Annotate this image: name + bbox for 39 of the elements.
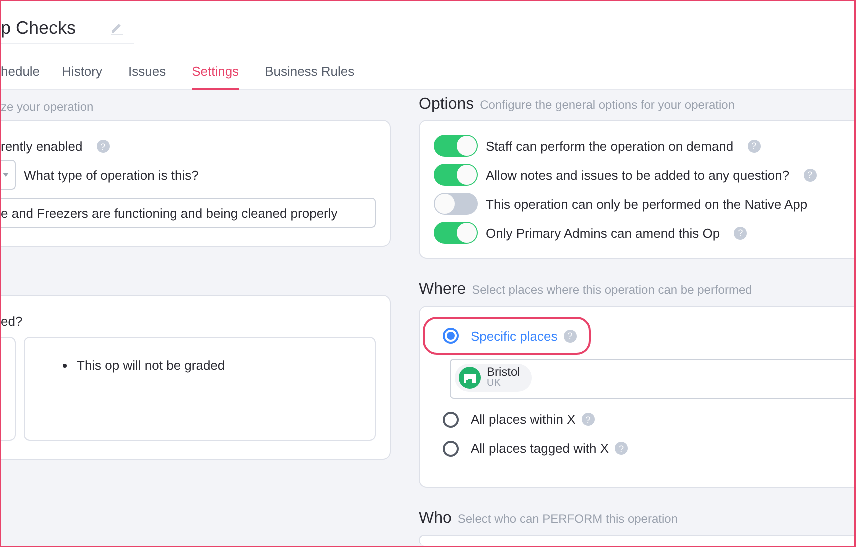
tab[interactable]: Issues	[128, 56, 166, 90]
enabled-label: rently enabled	[1, 139, 83, 154]
section-subtitle: Select who can PERFORM this operation	[458, 512, 678, 526]
toggle-switch[interactable]	[434, 222, 478, 244]
toggle-switch[interactable]	[434, 135, 478, 157]
place-option[interactable]: All places tagged with X ?	[423, 434, 642, 463]
type-dropdown[interactable]	[1, 160, 16, 190]
bullet-icon	[63, 364, 67, 368]
tab[interactable]: hedule	[1, 56, 40, 90]
place-country: UK	[487, 378, 502, 390]
section-title: Options	[419, 96, 474, 114]
place-option[interactable]: Specific places ?	[423, 317, 591, 355]
option-label: Allow notes and issues to be added to any question?	[486, 168, 790, 182]
option-box[interactable]	[1, 337, 16, 441]
grading-note: This op will not be graded	[77, 358, 226, 373]
toggle-switch[interactable]	[434, 164, 478, 186]
section-subtitle: ze your operation	[1, 100, 94, 114]
option-label: Staff can perform the operation on demand	[486, 138, 734, 154]
store-icon	[459, 367, 481, 389]
description-field[interactable]: e and Freezers are functioning and being cleaned properly	[1, 198, 376, 228]
section-subtitle: Configure the general options for your operation	[480, 98, 735, 112]
place-option[interactable]: All places within X ?	[423, 405, 609, 434]
tab[interactable]: History	[62, 56, 102, 90]
pencil-icon[interactable]	[110, 21, 124, 35]
caret-icon	[3, 173, 9, 177]
operation-title: p Checks	[1, 18, 76, 38]
section-subtitle: Select places where this operation can be performed	[472, 283, 752, 297]
grading-question: ed?	[1, 314, 24, 329]
places-field[interactable]: Bristol UK	[450, 359, 854, 399]
section-title: Where	[419, 281, 466, 299]
toggle-switch[interactable]	[434, 193, 478, 215]
place-chip[interactable]: Bristol UK	[455, 364, 532, 392]
option-label: This operation can only be performed on the Native App	[486, 196, 808, 212]
type-question: What type of operation is this?	[24, 168, 199, 182]
place-name: Bristol	[487, 366, 520, 378]
section-title: Who	[419, 510, 452, 528]
tab[interactable]: Business Rules	[265, 56, 355, 90]
tab[interactable]: Settings	[192, 56, 240, 90]
option-label: Only Primary Admins can amend this Op	[486, 226, 720, 240]
